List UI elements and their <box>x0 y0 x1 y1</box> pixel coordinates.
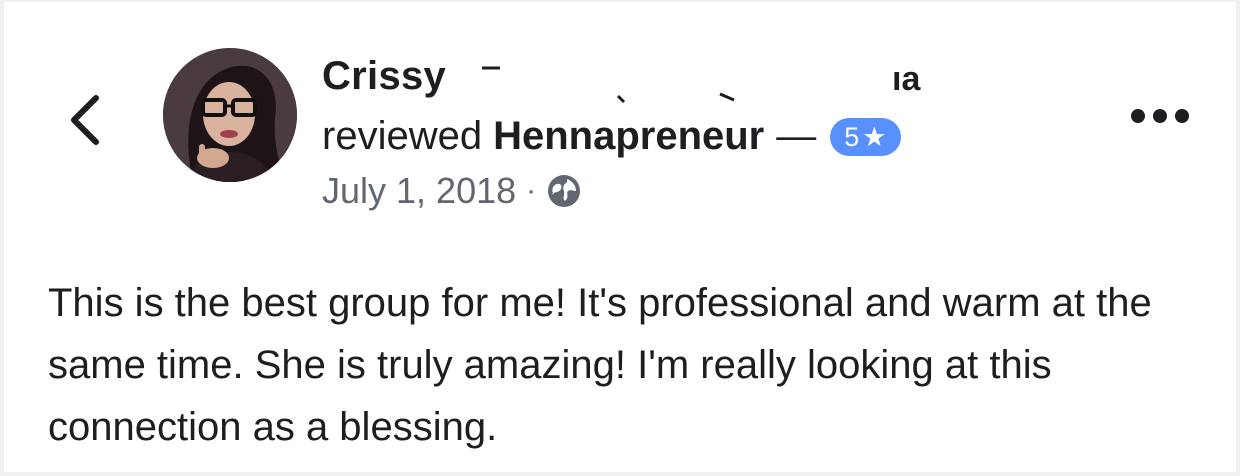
more-options-icon <box>1131 109 1189 123</box>
review-headline: reviewed Hennapreneur — 5 ★ <box>322 114 901 159</box>
review-card: Crissy ıa reviewed Hennapreneur — 5 ★ Ju… <box>4 2 1236 472</box>
meta-separator: · <box>526 174 537 207</box>
redacted-name-area: ıa <box>482 60 921 104</box>
rating-badge: 5 ★ <box>830 117 901 156</box>
back-button[interactable] <box>66 92 106 148</box>
page-name-link[interactable]: Hennapreneur <box>493 114 764 159</box>
star-icon: ★ <box>862 121 887 152</box>
more-options-button[interactable] <box>1128 98 1192 134</box>
review-meta: July 1, 2018 · <box>322 170 582 212</box>
author-name-fragment: ıa <box>892 60 921 98</box>
avatar-photo <box>163 48 297 182</box>
rating-value: 5 <box>844 121 860 152</box>
review-date[interactable]: July 1, 2018 <box>322 170 516 212</box>
chevron-left-icon <box>71 95 99 145</box>
author-name[interactable]: Crissy <box>322 54 446 99</box>
avatar[interactable] <box>163 48 297 182</box>
review-body: This is the best group for me! It's prof… <box>48 281 1152 449</box>
reviewed-label: reviewed <box>322 114 483 158</box>
dash-separator: — <box>776 114 817 158</box>
globe-icon <box>546 173 582 209</box>
